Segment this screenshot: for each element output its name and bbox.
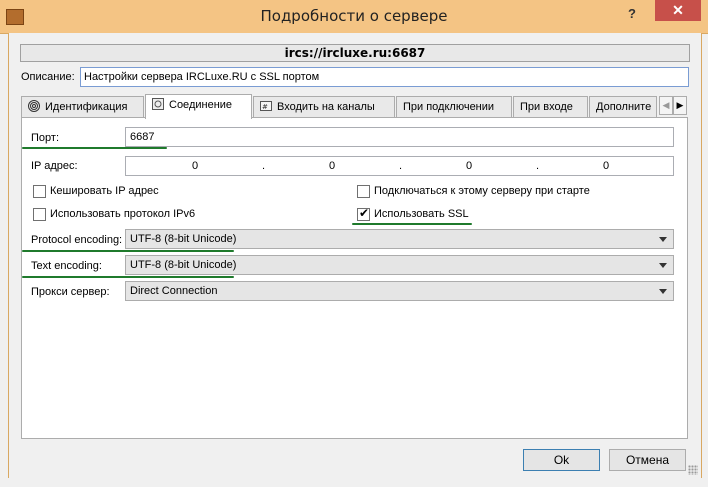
autoconnect-label: Подключаться к этому серверу при старте <box>374 185 590 197</box>
close-button[interactable]: ✕ <box>655 0 701 21</box>
annotation-underline-protocol <box>22 250 234 252</box>
annotation-underline-port <box>22 147 167 149</box>
annotation-underline-text <box>22 276 234 278</box>
ip-input[interactable]: 0 . 0 . 0 . 0 <box>125 156 674 176</box>
annotation-underline-ssl <box>352 223 472 225</box>
text-encoding-select[interactable]: UTF-8 (8-bit Unicode) <box>125 255 674 275</box>
cache-ip-checkbox[interactable] <box>33 185 46 198</box>
tab-label: При входе <box>520 101 573 113</box>
ip-dot: . <box>399 160 403 172</box>
description-input[interactable]: Настройки сервера IRCLuxe.RU с SSL порто… <box>80 67 689 87</box>
ssl-checkbox[interactable] <box>357 206 370 221</box>
ipv6-checkbox[interactable] <box>33 208 46 221</box>
chevron-down-icon <box>659 237 667 242</box>
autoconnect-checkbox[interactable] <box>357 185 370 198</box>
help-button[interactable]: ? <box>620 4 644 24</box>
tab-label: Дополните <box>596 101 652 113</box>
chevron-down-icon <box>659 263 667 268</box>
ipv6-label: Использовать протокол IPv6 <box>50 208 196 220</box>
tab-scroll-left-icon[interactable]: ◀ <box>659 96 673 115</box>
ip-octet: 0 <box>466 160 473 172</box>
window-title: Подробности о сервере <box>260 7 448 25</box>
connection-icon <box>152 97 164 110</box>
resize-grip-icon[interactable] <box>688 465 698 475</box>
description-label: Описание: <box>21 71 75 83</box>
tab-identification[interactable]: Идентификация <box>21 96 144 117</box>
ip-dot: . <box>536 160 540 172</box>
proxy-value: Direct Connection <box>130 285 218 297</box>
svg-text:#: # <box>262 103 268 111</box>
tab-connection[interactable]: Соединение <box>145 94 252 119</box>
channels-icon: # <box>260 99 272 111</box>
server-url: ircs://ircluxe.ru:6687 <box>20 44 690 62</box>
tab-on-connect[interactable]: При подключении <box>396 96 512 117</box>
proxy-select[interactable]: Direct Connection <box>125 281 674 301</box>
protocol-encoding-label: Protocol encoding: <box>31 234 123 246</box>
title-bar: Подробности о сервере ? ✕ <box>0 0 708 34</box>
tab-join-channels[interactable]: # Входить на каналы <box>253 96 395 117</box>
text-encoding-label: Text encoding: <box>31 260 102 272</box>
fingerprint-icon <box>28 99 40 112</box>
text-encoding-value: UTF-8 (8-bit Unicode) <box>130 259 237 271</box>
tab-on-join[interactable]: При входе <box>513 96 588 117</box>
ip-octet: 0 <box>603 160 610 172</box>
tab-advanced[interactable]: Дополните <box>589 96 657 117</box>
tab-label: Входить на каналы <box>277 101 375 113</box>
cache-ip-label: Кешировать IP адрес <box>50 185 159 197</box>
ip-octet: 0 <box>192 160 199 172</box>
tab-bar: Идентификация Соединение # Входить на ка… <box>21 94 671 119</box>
protocol-encoding-select[interactable]: UTF-8 (8-bit Unicode) <box>125 229 674 249</box>
tab-scroll-right-icon[interactable]: ▶ <box>673 96 687 115</box>
ip-label: IP адрес: <box>31 160 78 172</box>
port-input[interactable]: 6687 <box>125 127 674 147</box>
ip-octet: 0 <box>329 160 336 172</box>
cancel-button[interactable]: Отмена <box>609 449 686 471</box>
ip-dot: . <box>262 160 266 172</box>
port-label: Порт: <box>31 132 59 144</box>
ssl-label: Использовать SSL <box>374 208 469 220</box>
proxy-label: Прокси сервер: <box>31 286 110 298</box>
tab-label: Соединение <box>169 99 233 111</box>
tab-label: При подключении <box>403 101 495 113</box>
tab-label: Идентификация <box>45 101 128 113</box>
ok-button[interactable]: Ok <box>523 449 600 471</box>
protocol-encoding-value: UTF-8 (8-bit Unicode) <box>130 233 237 245</box>
chevron-down-icon <box>659 289 667 294</box>
